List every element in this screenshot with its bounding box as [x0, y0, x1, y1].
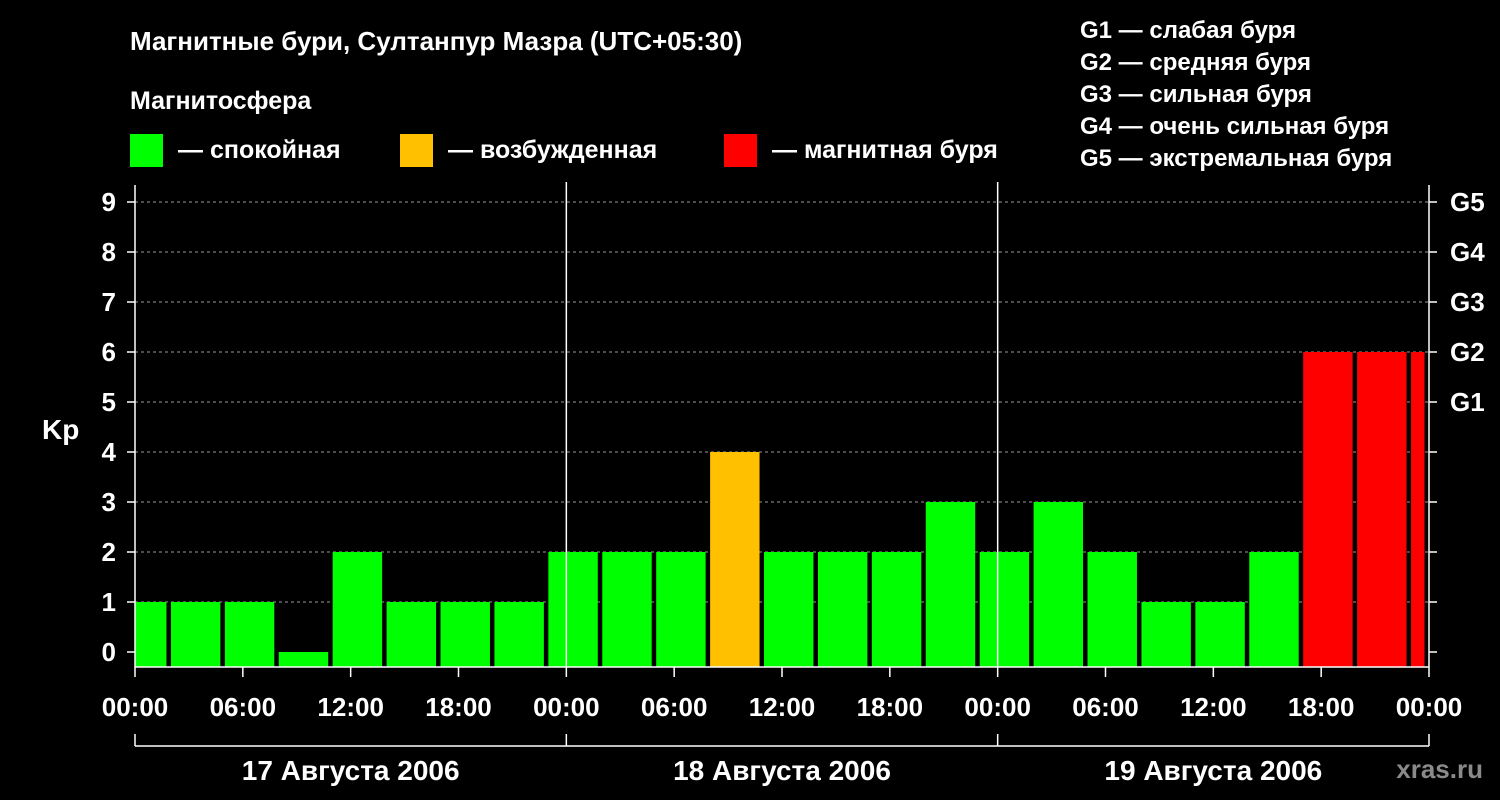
x-tick-label-7: 18:00: [857, 692, 924, 722]
x-tick-label-4: 00:00: [533, 692, 600, 722]
kp-chart: Магнитные бури, Султанпур Мазра (UTC+05:…: [42, 17, 1485, 786]
g-label-g1: G1: [1450, 387, 1485, 417]
bar-16: [979, 552, 1030, 667]
bar-4: [332, 552, 383, 667]
bar-18: [1087, 552, 1137, 667]
day-label-1: 18 Августа 2006: [673, 755, 891, 786]
y-tick-label-8: 8: [102, 237, 116, 267]
bar-13: [817, 552, 868, 667]
bar-11: [710, 452, 760, 667]
legend-label-active: — возбужденная: [448, 136, 657, 164]
storm-scale-g1: G1 — слабая буря: [1080, 17, 1296, 44]
bar-23: [1357, 352, 1407, 667]
y-tick-label-2: 2: [102, 537, 116, 567]
y-tick-label-7: 7: [102, 287, 116, 317]
g-label-g5: G5: [1450, 187, 1485, 217]
bar-5: [386, 602, 437, 667]
bar-22: [1303, 352, 1353, 667]
bar-0: [135, 602, 167, 667]
legend-swatch-active: [400, 134, 433, 167]
bar-1: [170, 602, 221, 667]
bar-14: [871, 552, 922, 667]
legend-swatch-quiet: [130, 134, 163, 167]
y-tick-label-6: 6: [102, 337, 116, 367]
x-tick-label-3: 18:00: [425, 692, 492, 722]
y-tick-label-1: 1: [102, 587, 116, 617]
storm-scale-g4: G4 — очень сильная буря: [1080, 113, 1389, 140]
bar-19: [1141, 602, 1191, 667]
bar-24: [1411, 352, 1425, 667]
legend-swatch-storm: [724, 134, 757, 167]
y-tick-label-5: 5: [102, 387, 116, 417]
x-tick-label-6: 12:00: [749, 692, 816, 722]
storm-scale-g5: G5 — экстремальная буря: [1080, 145, 1392, 172]
legend-item-active: — возбужденная: [400, 134, 657, 167]
bar-15: [925, 502, 976, 667]
legend-label-storm: — магнитная буря: [772, 136, 998, 164]
x-tick-label-12: 00:00: [1396, 692, 1463, 722]
day-label-2: 19 Августа 2006: [1104, 755, 1322, 786]
header: Магнитные бури, Султанпур Мазра (UTC+05:…: [42, 17, 1483, 784]
y-axis-label: Kp: [42, 414, 79, 445]
storm-scale-g3: G3 — сильная буря: [1080, 81, 1312, 108]
y-tick-label-3: 3: [102, 487, 116, 517]
x-tick-label-10: 12:00: [1180, 692, 1247, 722]
plot-area: 0 1 2 3 4 5 6 7 8 9 G1 G2 G3 G4 G5 00:00 06:00 12:00 18:00…: [102, 182, 1485, 786]
bar-7: [494, 602, 544, 667]
legend-title: Магнитосфера: [130, 87, 312, 115]
g-label-g4: G4: [1450, 237, 1485, 267]
bar-17: [1033, 502, 1084, 667]
g-label-g2: G2: [1450, 337, 1485, 367]
legend-item-quiet: — спокойная: [130, 134, 341, 167]
g-label-g3: G3: [1450, 287, 1485, 317]
y-tick-label-0: 0: [102, 637, 116, 667]
x-tick-label-11: 18:00: [1288, 692, 1355, 722]
watermark: xras.ru: [1396, 754, 1483, 784]
y-tick-label-4: 4: [102, 437, 117, 467]
bar-12: [764, 552, 814, 667]
chart-title: Магнитные бури, Султанпур Мазра (UTC+05:…: [130, 26, 742, 56]
day-label-0: 17 Августа 2006: [242, 755, 460, 786]
x-tick-label-2: 12:00: [317, 692, 384, 722]
storm-scale-legend: G1 — слабая буря G2 — средняя буря G3 — …: [1080, 17, 1392, 172]
bar-2: [224, 602, 275, 667]
bar-8: [548, 552, 598, 667]
x-tick-label-1: 06:00: [210, 692, 277, 722]
x-tick-label-8: 00:00: [964, 692, 1031, 722]
bar-10: [656, 552, 706, 667]
bar-6: [440, 602, 490, 667]
legend-label-quiet: — спокойная: [178, 136, 341, 164]
x-tick-label-0: 00:00: [102, 692, 169, 722]
storm-scale-g2: G2 — средняя буря: [1080, 49, 1311, 76]
bar-3: [278, 652, 329, 667]
x-tick-label-9: 06:00: [1072, 692, 1139, 722]
bar-9: [602, 552, 652, 667]
y-tick-label-9: 9: [102, 187, 116, 217]
bar-21: [1249, 552, 1299, 667]
legend-item-storm: — магнитная буря: [724, 134, 998, 167]
x-tick-label-5: 06:00: [641, 692, 708, 722]
bar-20: [1195, 602, 1245, 667]
